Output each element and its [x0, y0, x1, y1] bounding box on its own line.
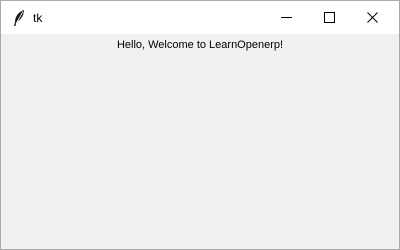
- feather-icon: [12, 9, 26, 27]
- maximize-icon: [324, 12, 335, 23]
- close-button[interactable]: [351, 1, 394, 34]
- minimize-button[interactable]: [265, 1, 308, 34]
- maximize-button[interactable]: [308, 1, 351, 34]
- app-window: tk Hello, Welcome to LearnOpenerp!: [0, 0, 400, 250]
- window-content: Hello, Welcome to LearnOpenerp!: [1, 34, 399, 249]
- title-bar[interactable]: tk: [1, 1, 399, 34]
- close-icon: [367, 12, 378, 23]
- welcome-label: Hello, Welcome to LearnOpenerp!: [116, 39, 284, 51]
- window-title: tk: [33, 11, 43, 25]
- minimize-icon: [281, 17, 292, 18]
